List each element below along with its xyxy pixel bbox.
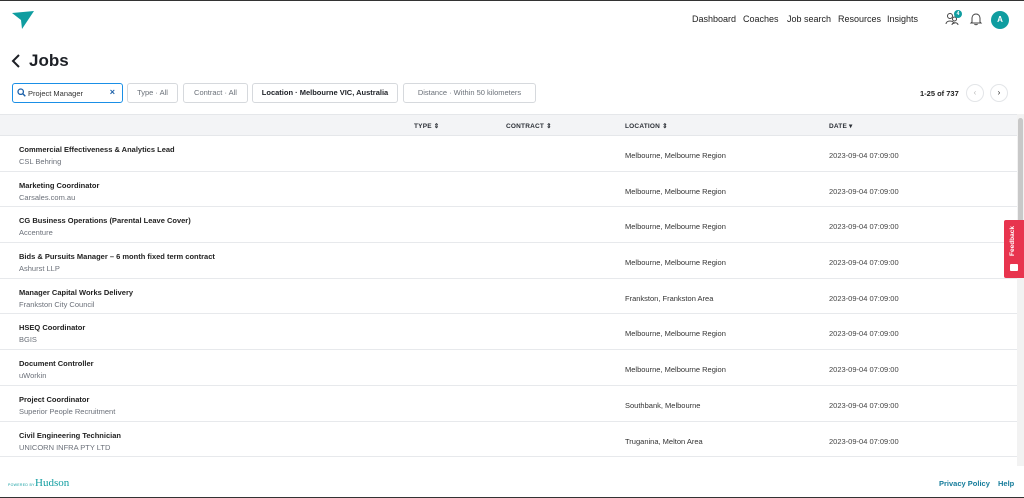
feedback-button[interactable]: Feedback [1004, 220, 1024, 278]
job-date: 2023-09-04 07:09:00 [829, 258, 899, 268]
nav-dashboard[interactable]: Dashboard [692, 14, 736, 24]
page-title: Jobs [29, 51, 69, 70]
header-date[interactable]: DATE ▾ [829, 122, 852, 130]
job-company: CSL Behring [19, 157, 62, 166]
job-location: Melbourne, Melbourne Region [625, 365, 726, 375]
job-location: Melbourne, Melbourne Region [625, 186, 726, 196]
header-contract[interactable]: CONTRACT ⇕ [506, 122, 552, 130]
avatar[interactable]: A [991, 11, 1009, 29]
job-title[interactable]: Document Controller [19, 359, 94, 368]
job-location: Melbourne, Melbourne Region [625, 329, 726, 339]
job-company: uWorkin [19, 371, 47, 381]
search-box[interactable]: × [12, 83, 123, 103]
job-title[interactable]: HSEQ Coordinator [19, 323, 85, 332]
logo-icon[interactable] [12, 11, 34, 29]
header-location[interactable]: LOCATION ⇕ [625, 122, 668, 130]
table-row[interactable]: Civil Engineering Technician UNICORN INF… [0, 422, 1017, 458]
feedback-icon [1010, 264, 1018, 271]
job-location: Frankston, Frankston Area [625, 293, 714, 303]
job-location: Melbourne, Melbourne Region [625, 222, 726, 232]
table-row[interactable]: Manager Capital Works Delivery Frankston… [0, 279, 1017, 315]
job-date: 2023-09-04 07:09:00 [829, 400, 899, 410]
back-arrow-icon[interactable] [11, 54, 21, 68]
job-date: 2023-09-04 07:09:00 [829, 293, 899, 303]
distance-filter[interactable]: Distance · Within 50 kilometers [403, 83, 536, 103]
scrollbar[interactable] [1017, 114, 1024, 466]
job-title[interactable]: CG Business Operations (Parental Leave C… [19, 216, 191, 225]
job-company: Carsales.com.au [19, 192, 76, 202]
table-header: TYPE ⇕ CONTRACT ⇕ LOCATION ⇕ DATE ▾ [0, 114, 1017, 136]
job-company: UNICORN INFRA PTY LTD [19, 442, 111, 452]
job-date: 2023-09-04 07:09:00 [829, 222, 899, 232]
job-company: Accenture [19, 228, 53, 238]
footer: POWERED BY Hudson Privacy Policy Help [0, 470, 1024, 498]
header-type[interactable]: TYPE ⇕ [414, 122, 439, 130]
table-row[interactable]: Project Coordinator Superior People Recr… [0, 386, 1017, 422]
type-filter[interactable]: Type · All [127, 83, 178, 103]
job-location: Melbourne, Melbourne Region [625, 258, 726, 268]
job-title[interactable]: Manager Capital Works Delivery [19, 288, 133, 297]
search-icon [17, 88, 26, 97]
job-date: 2023-09-04 07:09:00 [829, 436, 899, 446]
table-row[interactable]: Marketing Coordinator Carsales.com.au Me… [0, 172, 1017, 208]
powered-by-label: POWERED BY [8, 483, 35, 487]
nav-insights[interactable]: Insights [887, 14, 918, 24]
clear-icon[interactable]: × [110, 87, 115, 97]
job-title[interactable]: Bids & Pursuits Manager – 6 month fixed … [19, 252, 215, 261]
bell-icon[interactable] [969, 12, 983, 26]
notification-badge: 4 [954, 10, 962, 18]
job-title[interactable]: Commercial Effectiveness & Analytics Lea… [19, 145, 175, 154]
feedback-label: Feedback [1009, 226, 1016, 256]
nav-resources[interactable]: Resources [838, 14, 881, 24]
job-company: Frankston City Council [19, 299, 95, 309]
top-navigation: Dashboard Coaches Job search Resources I… [0, 0, 1024, 37]
job-location: Truganina, Melton Area [625, 436, 703, 446]
nav-job-search[interactable]: Job search [787, 14, 831, 24]
hudson-logo[interactable]: Hudson [35, 477, 69, 489]
table-row[interactable]: HSEQ Coordinator BGIS Melbourne, Melbour… [0, 314, 1017, 351]
job-date: 2023-09-04 07:09:00 [829, 329, 899, 339]
job-location: Southbank, Melbourne [625, 400, 701, 410]
jobs-table: TYPE ⇕ CONTRACT ⇕ LOCATION ⇕ DATE ▾ Comm… [0, 114, 1017, 458]
prev-icon[interactable]: ‹ [966, 84, 984, 102]
nav-coaches[interactable]: Coaches [743, 14, 779, 24]
next-icon[interactable]: › [990, 84, 1008, 102]
job-title[interactable]: Civil Engineering Technician [19, 431, 121, 440]
job-date: 2023-09-04 07:09:00 [829, 365, 899, 375]
table-row[interactable]: Document Controller uWorkin Melbourne, M… [0, 350, 1017, 386]
help-link[interactable]: Help [998, 479, 1014, 488]
table-row[interactable]: Commercial Effectiveness & Analytics Lea… [0, 136, 1017, 172]
table-row[interactable]: CG Business Operations (Parental Leave C… [0, 207, 1017, 244]
job-date: 2023-09-04 07:09:00 [829, 151, 899, 160]
job-title[interactable]: Project Coordinator [19, 395, 89, 404]
job-title[interactable]: Marketing Coordinator [19, 181, 99, 190]
job-company: BGIS [19, 335, 37, 345]
table-row[interactable]: Bids & Pursuits Manager – 6 month fixed … [0, 243, 1017, 279]
job-location: Melbourne, Melbourne Region [625, 151, 726, 160]
pagination-count: 1-25 of 737 [920, 89, 959, 98]
job-date: 2023-09-04 07:09:00 [829, 186, 899, 196]
search-input[interactable] [28, 86, 106, 100]
location-filter[interactable]: Location · Melbourne VIC, Australia [252, 83, 398, 103]
job-company: Superior People Recruitment [19, 406, 116, 416]
job-company: Ashurst LLP [19, 264, 60, 274]
contract-filter[interactable]: Contract · All [183, 83, 248, 103]
privacy-policy-link[interactable]: Privacy Policy [939, 479, 990, 488]
